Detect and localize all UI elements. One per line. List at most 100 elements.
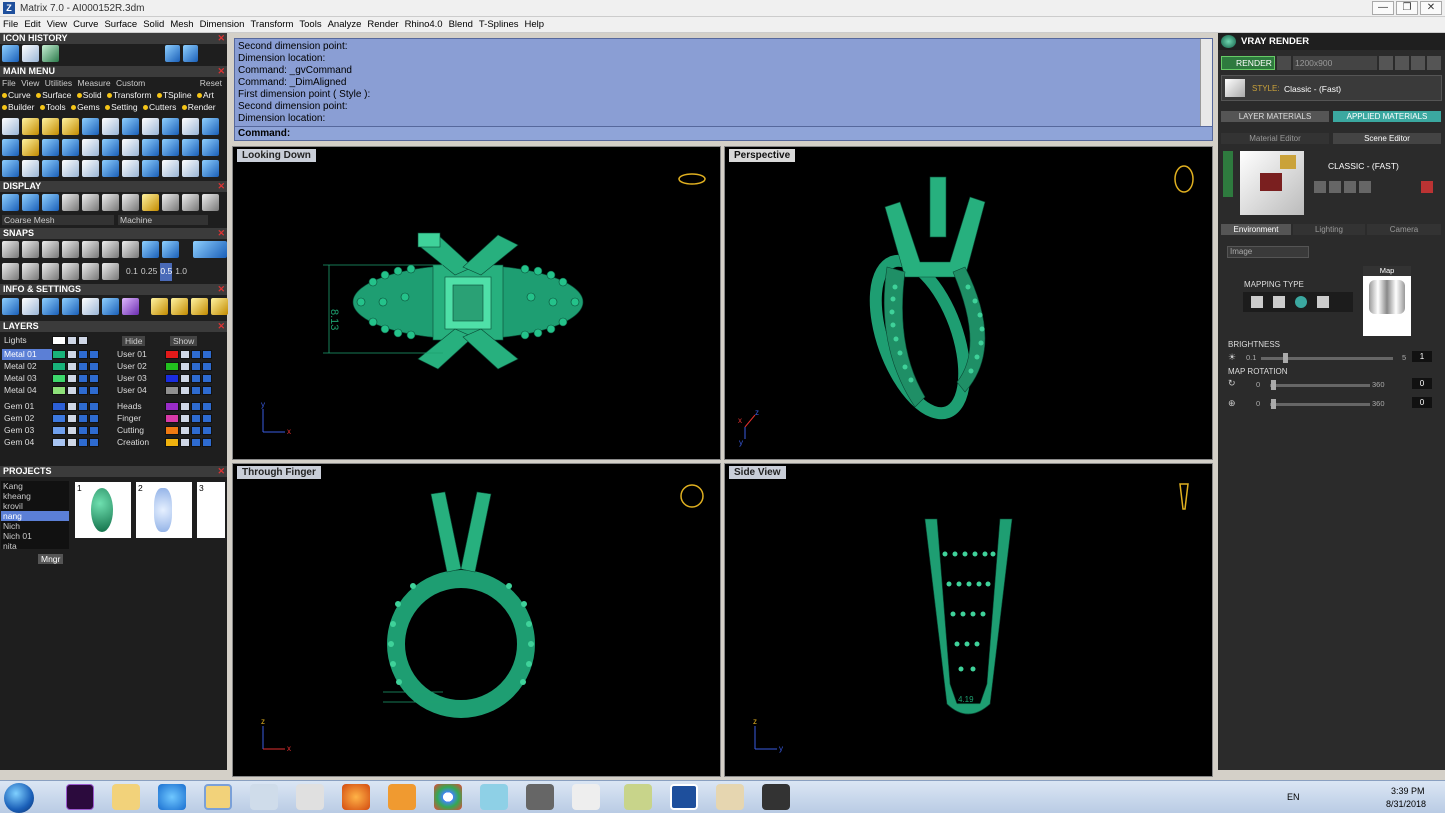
user-layer-row[interactable]: User 01 — [115, 349, 213, 360]
snap-icon[interactable] — [82, 263, 99, 280]
display-mode-icon[interactable] — [62, 194, 79, 211]
info-icon[interactable] — [102, 298, 119, 315]
project-thumb-3[interactable]: 3 — [197, 482, 225, 538]
mm-tab-view[interactable]: View — [21, 78, 39, 88]
snap-icon[interactable] — [2, 241, 19, 258]
layer-color-swatch[interactable] — [52, 350, 66, 360]
mm-render[interactable]: Render — [181, 102, 216, 112]
ring-orientation-icon[interactable] — [680, 484, 704, 508]
media-player-icon[interactable] — [388, 784, 416, 810]
metal-layer-row[interactable]: Metal 02 — [2, 361, 100, 372]
tool-icon[interactable] — [2, 139, 19, 156]
tab-material-editor[interactable]: Material Editor — [1221, 133, 1329, 144]
menu-tools[interactable]: Tools — [296, 17, 324, 32]
snap-icon[interactable] — [162, 241, 179, 258]
user-layer-row[interactable]: User 04 — [115, 385, 213, 396]
tool-icon[interactable] — [2, 118, 19, 135]
show-button[interactable]: Show — [170, 336, 198, 346]
snap-icon[interactable] — [42, 263, 59, 280]
mm-tab-custom[interactable]: Custom — [116, 78, 145, 88]
layer-color-swatch[interactable] — [165, 350, 179, 360]
tool-icon[interactable] — [162, 139, 179, 156]
tool-icon[interactable] — [142, 160, 159, 177]
layer-color-swatch[interactable] — [165, 386, 179, 396]
lock-icon[interactable] — [67, 374, 77, 384]
rotation-value-1[interactable]: 0 — [1412, 378, 1432, 389]
explorer-icon[interactable] — [204, 784, 232, 810]
display-mode-icon[interactable] — [42, 194, 59, 211]
tab-camera[interactable]: Camera — [1367, 224, 1441, 235]
box-map-icon[interactable] — [1273, 296, 1285, 308]
snap-icon[interactable] — [42, 241, 59, 258]
viewport-looking-down[interactable]: 8.13 yx Looking Down — [232, 146, 721, 460]
metal-layer-row[interactable]: Metal 03 — [2, 373, 100, 384]
gem-layer-row[interactable]: Gem 03 — [2, 425, 100, 436]
lock-icon[interactable] — [180, 402, 190, 412]
snaps-header[interactable]: SNAPS ✕ — [0, 228, 227, 239]
lights-color-swatch[interactable] — [52, 336, 66, 346]
menu-rhino4[interactable]: Rhino4.0 — [402, 17, 446, 32]
visibility-icon[interactable] — [191, 350, 201, 360]
plane-map-icon[interactable] — [1251, 296, 1263, 308]
layer-settings-icon[interactable] — [202, 414, 212, 424]
app-icon[interactable] — [526, 784, 554, 810]
snap-icon[interactable] — [22, 263, 39, 280]
command-input[interactable]: Command: — [235, 126, 1212, 140]
project-item-selected[interactable]: nang — [1, 511, 69, 521]
layer-settings-icon[interactable] — [202, 374, 212, 384]
layer-color-swatch[interactable] — [52, 386, 66, 396]
gem-layer-row[interactable]: Gem 04 — [2, 437, 100, 448]
layer-color-swatch[interactable] — [52, 426, 66, 436]
add-icon[interactable] — [1359, 181, 1371, 193]
brightness-value[interactable]: 1 — [1412, 351, 1432, 362]
display-mode-icon[interactable] — [182, 194, 199, 211]
display-mode-icon[interactable] — [102, 194, 119, 211]
tool-icon[interactable] — [102, 139, 119, 156]
manager-button[interactable]: Mngr — [38, 554, 64, 564]
render-button[interactable]: RENDER — [1221, 56, 1275, 70]
viewport-label[interactable]: Looking Down — [237, 149, 316, 162]
tool-icon[interactable] — [142, 118, 159, 135]
tab-environment[interactable]: Environment — [1221, 224, 1291, 235]
mm-tools[interactable]: Tools — [39, 102, 66, 112]
info-icon[interactable] — [122, 298, 139, 315]
helper-layer-row[interactable]: Heads — [115, 401, 213, 412]
metal-layer-row[interactable]: Metal 01 — [2, 349, 100, 360]
remove-icon[interactable] — [1344, 181, 1356, 193]
expand-handle[interactable] — [1223, 151, 1233, 197]
history-tool-icon[interactable] — [22, 45, 39, 62]
mm-curve[interactable]: Curve — [2, 90, 31, 100]
project-item[interactable]: Kang — [1, 481, 69, 491]
settings-icon[interactable] — [171, 298, 188, 315]
snap-val-025[interactable]: 0.25 — [141, 263, 158, 281]
mm-solid[interactable]: Solid — [76, 90, 102, 100]
history-tool-icon[interactable] — [2, 45, 19, 62]
brightness-slider-thumb[interactable] — [1283, 353, 1288, 363]
info-icon[interactable] — [62, 298, 79, 315]
ie-icon[interactable] — [158, 784, 186, 810]
menu-mesh[interactable]: Mesh — [167, 17, 196, 32]
layer-settings-icon[interactable] — [89, 386, 99, 396]
visibility-icon[interactable] — [191, 438, 201, 448]
visibility-icon[interactable] — [78, 336, 88, 346]
close-icon[interactable]: ✕ — [217, 228, 225, 239]
close-icon[interactable]: ✕ — [217, 181, 225, 192]
menu-dimension[interactable]: Dimension — [197, 17, 248, 32]
layer-color-swatch[interactable] — [165, 374, 179, 384]
camera-icon[interactable] — [1277, 56, 1291, 70]
gem-layer-row[interactable]: Gem 01 — [2, 401, 100, 412]
viewport-perspective[interactable]: z x y Perspective — [724, 146, 1213, 460]
close-icon[interactable]: ✕ — [217, 66, 225, 77]
snap-icon[interactable] — [2, 263, 19, 280]
layer-color-swatch[interactable] — [165, 402, 179, 412]
resolution-select[interactable]: 1200x900 — [1293, 56, 1377, 70]
edit-icon[interactable] — [1329, 181, 1341, 193]
lock-icon[interactable] — [180, 414, 190, 424]
display-mode-icon[interactable] — [22, 194, 39, 211]
tool-icon[interactable] — [202, 160, 219, 177]
layer-settings-icon[interactable] — [89, 374, 99, 384]
info-icon[interactable] — [42, 298, 59, 315]
prev-icon[interactable] — [1379, 56, 1393, 70]
visibility-icon[interactable] — [191, 362, 201, 372]
info-icon[interactable] — [22, 298, 39, 315]
